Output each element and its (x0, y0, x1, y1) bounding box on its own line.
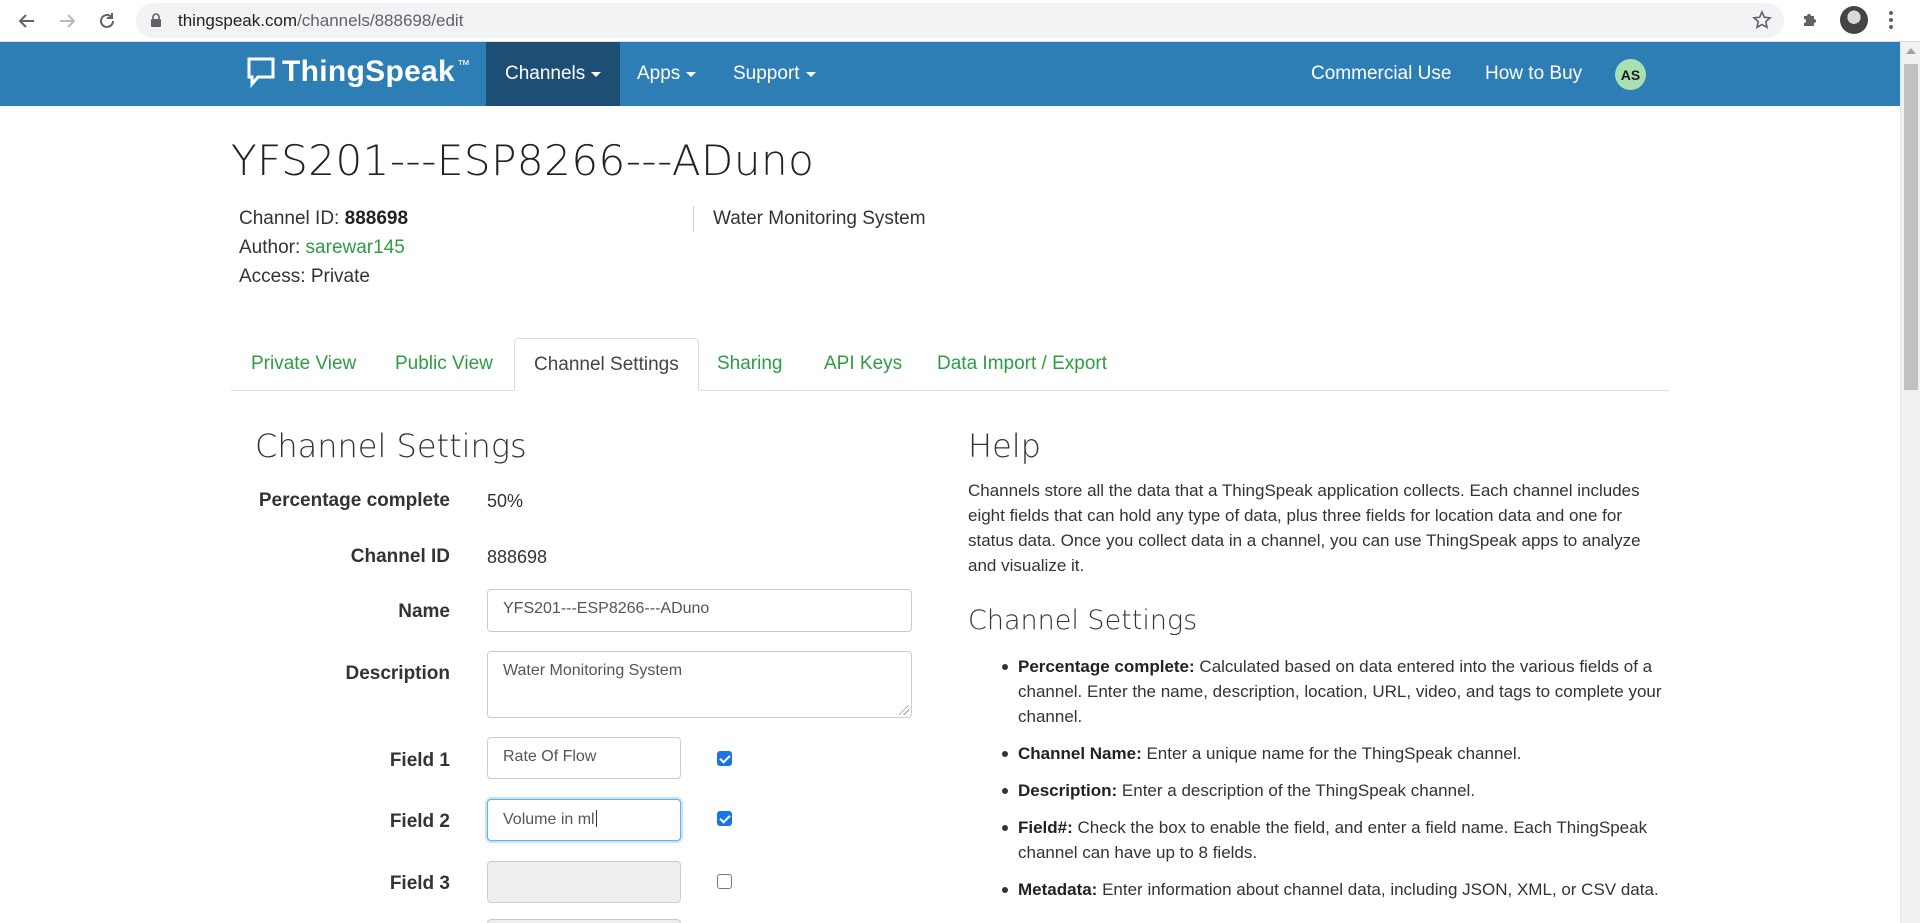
text-cursor (595, 810, 597, 827)
tab-api-keys[interactable]: API Keys (824, 338, 902, 390)
nav-how-to-buy[interactable]: How to Buy (1485, 42, 1582, 106)
help-item-percentage: Percentage complete: Calculated based on… (1002, 654, 1668, 729)
browser-menu-icon[interactable] (1888, 10, 1894, 34)
back-icon[interactable] (12, 6, 42, 36)
bookmark-star-icon[interactable] (1752, 10, 1772, 34)
field1-label: Field 1 (389, 750, 450, 771)
nav-commercial-use-label: Commercial Use (1311, 63, 1452, 84)
help-list: Percentage complete: Calculated based on… (1002, 654, 1668, 914)
nav-support[interactable]: Support (733, 42, 816, 106)
browser-profile-avatar[interactable] (1840, 6, 1868, 34)
caret-down-icon (805, 71, 816, 77)
help-text: Enter a unique name for the ThingSpeak c… (1141, 744, 1522, 763)
help-text: Check the box to enable the field, and e… (1018, 818, 1648, 862)
field3-input[interactable] (487, 861, 681, 903)
author-label: Author: (239, 237, 301, 258)
thingspeak-logo[interactable]: ThingSpeak ™ (246, 55, 470, 89)
percentage-label: Percentage complete (258, 490, 450, 511)
url-host: thingspeak.com (178, 11, 298, 30)
percentage-value: 50% (487, 491, 524, 511)
description-label: Description (345, 663, 450, 684)
speech-bubble-icon (247, 57, 275, 88)
address-bar[interactable]: thingspeak.com/channels/888698/edit (136, 3, 1784, 38)
url-text: thingspeak.com/channels/888698/edit (178, 11, 463, 31)
field3-enable-checkbox[interactable] (717, 874, 732, 889)
channel-id-label: Channel ID: (239, 208, 340, 229)
nav-support-label: Support (733, 63, 800, 84)
field1-input[interactable]: Rate Of Flow (487, 737, 681, 779)
access-value: Private (310, 266, 370, 287)
help-term: Metadata: (1018, 880, 1098, 899)
channel-id-value: 888698 (344, 208, 409, 229)
help-title: Help (968, 427, 1041, 465)
tab-public-view[interactable]: Public View (395, 338, 493, 390)
nav-channels[interactable]: Channels (486, 42, 621, 106)
name-label: Name (398, 601, 450, 622)
logo-trademark: ™ (457, 56, 471, 72)
description-textarea[interactable]: Water Monitoring System (487, 651, 912, 718)
help-term: Description: (1018, 781, 1118, 800)
reload-icon[interactable] (92, 6, 122, 36)
tab-sharing[interactable]: Sharing (717, 338, 783, 390)
channel-description: Water Monitoring System (713, 208, 926, 229)
field2-enable-checkbox[interactable] (717, 811, 732, 826)
help-item-field: Field#: Check the box to enable the fiel… (1002, 815, 1668, 865)
channel-id-field-value: 888698 (487, 547, 548, 567)
url-path: /channels/888698/edit (297, 11, 464, 30)
field2-input[interactable]: Volume in ml (487, 799, 681, 841)
description-text: Water Monitoring System (503, 662, 683, 679)
tab-channel-settings[interactable]: Channel Settings (514, 338, 699, 391)
site-navbar: ThingSpeak ™ Channels Apps Support Comme… (0, 42, 1900, 106)
access-line: Access: Private (239, 266, 370, 288)
forward-icon[interactable] (52, 6, 82, 36)
page-scrollbar[interactable] (1900, 42, 1920, 923)
nav-apps[interactable]: Apps (637, 42, 697, 106)
field2-value: Volume in ml (503, 811, 595, 828)
scroll-up-arrow-icon[interactable] (1906, 48, 1916, 54)
nav-channels-label: Channels (505, 63, 586, 84)
lock-icon (150, 13, 162, 32)
resize-grip-icon[interactable] (899, 705, 909, 715)
extensions-puzzle-icon[interactable] (1800, 8, 1822, 34)
caret-down-icon (591, 71, 602, 77)
help-intro: Channels store all the data that a Thing… (968, 481, 1641, 575)
help-text: Enter a description of the ThingSpeak ch… (1117, 781, 1476, 800)
access-label: Access: (239, 266, 306, 287)
logo-text: ThingSpeak (282, 55, 456, 88)
help-settings-title: Channel Settings (968, 605, 1198, 636)
help-item-metadata: Metadata: Enter information about channe… (1002, 877, 1668, 902)
field3-label: Field 3 (389, 873, 450, 894)
channel-id-field-label: Channel ID (350, 546, 450, 567)
author-link[interactable]: sarewar145 (306, 237, 405, 258)
tab-private-view[interactable]: Private View (251, 338, 356, 390)
tabs-divider (231, 390, 1669, 391)
help-term: Percentage complete: (1018, 657, 1195, 676)
help-item-channel-name: Channel Name: Enter a unique name for th… (1002, 741, 1668, 766)
field2-label: Field 2 (389, 811, 450, 832)
scrollbar-thumb[interactable] (1904, 64, 1918, 390)
help-item-description: Description: Enter a description of the … (1002, 778, 1668, 803)
help-term: Field#: (1018, 818, 1073, 837)
help-term: Channel Name: (1018, 744, 1142, 763)
tab-data-import-export[interactable]: Data Import / Export (937, 338, 1107, 390)
browser-toolbar: thingspeak.com/channels/888698/edit (0, 0, 1920, 42)
meta-divider (693, 206, 694, 232)
user-avatar[interactable]: AS (1615, 59, 1646, 90)
channel-id-line: Channel ID: 888698 (239, 208, 408, 230)
nav-how-to-buy-label: How to Buy (1485, 63, 1583, 84)
nav-apps-label: Apps (637, 63, 681, 84)
channel-title: YFS201---ESP8266---ADuno (231, 136, 815, 185)
field4-input-partial[interactable] (487, 919, 681, 923)
field1-enable-checkbox[interactable] (717, 751, 732, 766)
caret-down-icon (686, 71, 697, 77)
settings-title: Channel Settings (255, 427, 527, 465)
author-line: Author: sarewar145 (239, 237, 405, 259)
nav-commercial-use[interactable]: Commercial Use (1311, 42, 1451, 106)
help-text: Enter information about channel data, in… (1097, 880, 1659, 899)
name-input[interactable]: YFS201---ESP8266---ADuno (487, 589, 912, 632)
